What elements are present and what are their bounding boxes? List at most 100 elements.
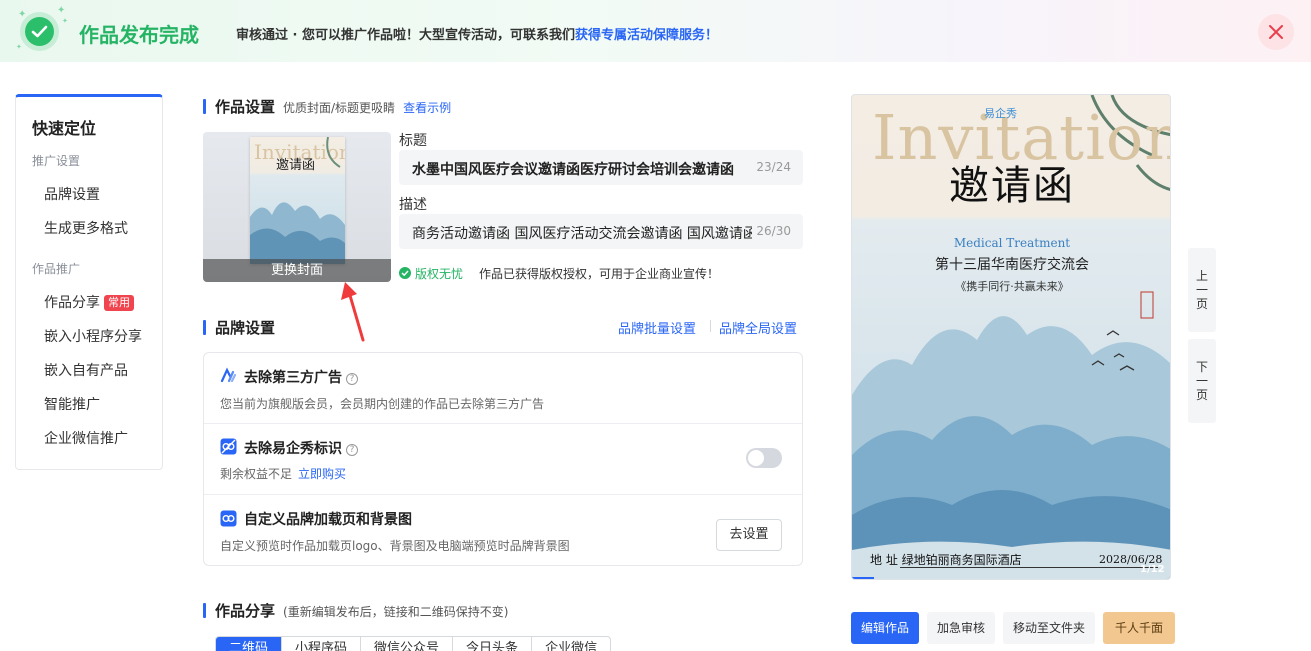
brand-batch-link[interactable]: 品牌批量设置	[618, 318, 696, 337]
remove-watermark-icon	[220, 438, 237, 455]
title-value: 水墨中国风医疗会议邀请函医疗研讨会培训会邀请函	[412, 162, 734, 178]
nav-item-own-product[interactable]: 嵌入自有产品	[44, 360, 128, 380]
preview-slogan: 《携手同行·共赢未来》	[955, 280, 1069, 293]
close-button[interactable]	[1258, 14, 1294, 50]
sparkle-icon: ✦	[18, 9, 27, 20]
work-settings-title: 作品设置	[215, 98, 276, 116]
quick-nav: 快速定位 推广设置 品牌设置 生成更多格式 作品推广 作品分享 常用 嵌入小程序分…	[15, 94, 163, 470]
nav-item-miniapp[interactable]: 嵌入小程序分享	[44, 326, 142, 346]
common-badge: 常用	[104, 295, 134, 311]
remove-watermark-toggle[interactable]	[746, 448, 782, 468]
cover-poster-image: Invitation 邀请函	[250, 137, 345, 264]
move-to-folder-button[interactable]: 移动至文件夹	[1003, 612, 1095, 644]
title-char-count: 23/24	[756, 160, 791, 174]
remove-watermark-desc: 剩余权益不足 立即购买	[220, 465, 346, 482]
nav-item-smart-promo[interactable]: 智能推广	[44, 394, 100, 414]
remove-watermark-desc-text: 剩余权益不足	[220, 467, 293, 481]
copyright-text: 作品已获得版权授权，可用于企业商业宣传！	[479, 267, 720, 281]
banner-message-text: 审核通过 · 您可以推广作品啦！大型宣传活动，可联系我们	[236, 28, 575, 43]
remove-ads-title: 去除第三方广告?	[244, 367, 358, 387]
custom-brand-title: 自定义品牌加载页和背景图	[244, 512, 412, 528]
preview-brand-logo: 易企秀	[984, 107, 1017, 120]
help-icon[interactable]: ?	[346, 444, 358, 456]
work-settings-heading: 作品设置 优质封面/标题更吸睛 查看示例	[203, 96, 451, 117]
share-title: 作品分享	[215, 602, 276, 620]
svg-text:邀请函: 邀请函	[276, 158, 315, 173]
toggle-knob	[748, 450, 764, 466]
help-icon[interactable]: ?	[346, 373, 358, 385]
title-field[interactable]: 水墨中国风医疗会议邀请函医疗研讨会培训会邀请函 23/24	[399, 150, 803, 185]
preview-conference: 第十三届华南医疗交流会	[935, 257, 1089, 273]
red-arrow-annotation	[341, 282, 365, 342]
prev-page-char: 一	[1195, 283, 1208, 297]
custom-brand-icon	[220, 510, 237, 527]
remove-ads-desc: 您当前为旗舰版会员，会员期内创建的作品已去除第三方广告	[220, 397, 545, 411]
brand-settings-heading: 品牌设置	[203, 317, 275, 338]
sparkle-icon: ✦	[57, 5, 66, 16]
tab-toutiao[interactable]: 今日头条	[453, 637, 533, 651]
prev-page-char: 页	[1195, 297, 1208, 311]
work-preview[interactable]: Invitation 易企秀 邀请函 Medical Treatment 第十三…	[851, 94, 1171, 580]
sparkle-icon: ✦	[62, 17, 68, 25]
description-value: 商务活动邀请函 国风医疗活动交流会邀请函 国风邀请函	[412, 226, 752, 242]
quick-nav-title: 快速定位	[32, 119, 97, 138]
go-settings-button[interactable]: 去设置	[716, 519, 782, 551]
title-label: 标题	[399, 133, 427, 149]
nav-item-brand[interactable]: 品牌设置	[44, 184, 100, 204]
tab-miniapp-code[interactable]: 小程序码	[282, 637, 362, 651]
publish-done-title: 作品发布完成	[79, 23, 199, 47]
divider	[204, 494, 802, 495]
nav-group-promo-settings: 推广设置	[32, 154, 81, 168]
urgent-review-button[interactable]: 加急审核	[927, 612, 995, 644]
edit-work-button[interactable]: 编辑作品	[851, 612, 919, 644]
close-icon	[1269, 25, 1283, 39]
tab-wechat-official[interactable]: 微信公众号	[361, 637, 454, 651]
preview-underline	[900, 567, 1158, 568]
next-page-char: 页	[1195, 388, 1208, 402]
buy-now-link[interactable]: 立即购买	[298, 467, 346, 481]
copyright-check-icon	[399, 267, 411, 279]
next-page-char: 一	[1195, 374, 1208, 388]
copyright-notice: 版权无忧 作品已获得版权授权，可用于企业商业宣传！	[399, 265, 719, 282]
work-settings-note: 优质封面/标题更吸睛	[283, 101, 396, 115]
nav-group-work-promo: 作品推广	[32, 262, 81, 276]
share-note: (重新编辑发布后，链接和二维码保持不变)	[283, 605, 509, 619]
divider	[204, 423, 802, 424]
next-page-char: 下	[1195, 360, 1208, 374]
remove-watermark-title: 去除易企秀标识?	[244, 438, 358, 458]
success-check-icon	[25, 17, 54, 46]
preview-title: 邀请函	[949, 163, 1075, 209]
prev-page-button[interactable]: 上 一 页	[1188, 248, 1216, 332]
preview-progress-bar	[852, 577, 874, 579]
preview-address: 地 址 绿地铂丽商务国际酒店	[870, 553, 1022, 567]
remove-ads-title-text: 去除第三方广告	[244, 370, 342, 386]
share-heading: 作品分享 (重新编辑发布后，链接和二维码保持不变)	[203, 600, 508, 621]
custom-brand-desc: 自定义预览时作品加载页logo、背景图及电脑端预览时品牌背景图	[220, 539, 570, 553]
personalize-button[interactable]: 千人千面	[1103, 612, 1175, 644]
cover-thumbnail[interactable]: Invitation 邀请函 更换封面	[203, 132, 391, 282]
tab-wecom[interactable]: 企业微信	[532, 637, 610, 651]
success-banner: ✦ ✦ ✦ ✦ 作品发布完成 审核通过 · 您可以推广作品啦！大型宣传活动，可联…	[0, 0, 1311, 62]
nav-item-wecom[interactable]: 企业微信推广	[44, 428, 128, 448]
nav-item-share[interactable]: 作品分享 常用	[44, 292, 134, 312]
nav-item-share-label: 作品分享	[44, 295, 100, 311]
desc-label: 描述	[399, 197, 427, 213]
nav-item-formats[interactable]: 生成更多格式	[44, 218, 128, 238]
copyright-ok-label: 版权无忧	[415, 267, 464, 281]
remove-ads-icon	[220, 367, 237, 383]
next-page-button[interactable]: 下 一 页	[1188, 339, 1216, 423]
description-char-count: 26/30	[756, 224, 791, 238]
banner-message: 审核通过 · 您可以推广作品啦！大型宣传活动，可联系我们获得专属活动保障服务！	[236, 24, 718, 43]
activity-service-link[interactable]: 获得专属活动保障服务！	[575, 28, 718, 43]
description-field[interactable]: 商务活动邀请函 国风医疗活动交流会邀请函 国风邀请函 26/30	[399, 214, 803, 249]
preview-page-indicator: 1/12	[1140, 564, 1165, 575]
share-tabs: 二维码 小程序码 微信公众号 今日头条 企业微信	[215, 636, 612, 651]
remove-watermark-title-text: 去除易企秀标识	[244, 441, 342, 457]
brand-global-link[interactable]: 品牌全局设置	[719, 318, 797, 337]
preview-english-subtitle: Medical Treatment	[953, 236, 1071, 250]
view-example-link[interactable]: 查看示例	[403, 101, 451, 115]
link-divider	[710, 320, 711, 332]
prev-page-char: 上	[1195, 269, 1208, 283]
tab-qrcode[interactable]: 二维码	[216, 637, 283, 651]
sparkle-icon: ✦	[16, 43, 22, 51]
